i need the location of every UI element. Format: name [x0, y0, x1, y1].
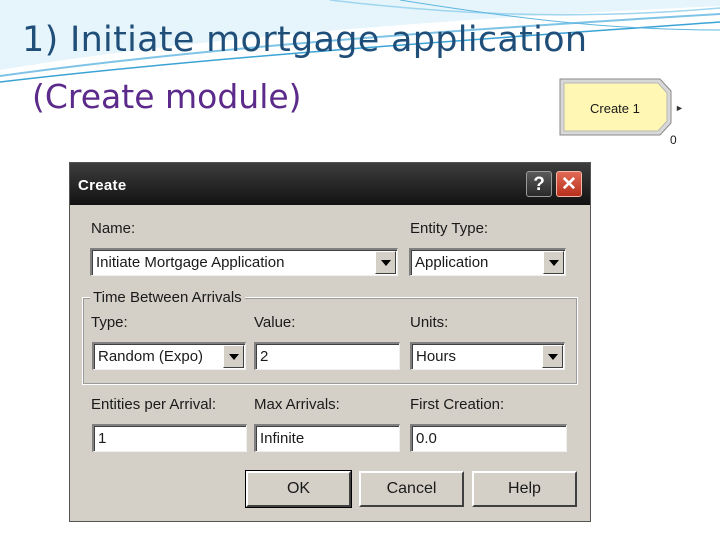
entity-type-label: Entity Type:	[410, 220, 489, 237]
close-icon[interactable]: ✕	[556, 171, 582, 197]
create-dialog: Create ? ✕ Name: Initiate Mortgage Appli…	[69, 162, 591, 522]
slide-title: 1) Initiate mortgage application	[22, 20, 588, 60]
name-combobox[interactable]: Initiate Mortgage Application	[90, 248, 398, 276]
name-dropdown-button[interactable]	[375, 251, 396, 274]
time-between-arrivals-group	[82, 297, 578, 385]
entities-per-arrival-value: 1	[98, 430, 107, 447]
entity-type-value: Application	[415, 254, 489, 271]
name-label: Name:	[91, 220, 136, 237]
type-value: Random (Expo)	[98, 348, 204, 365]
create-module-label: Create 1	[590, 101, 640, 116]
help-icon[interactable]: ?	[526, 171, 552, 197]
type-combobox[interactable]: Random (Expo)	[92, 342, 246, 370]
chevron-down-icon	[228, 353, 239, 360]
first-creation-label: First Creation:	[410, 396, 505, 413]
entity-type-combobox[interactable]: Application	[409, 248, 566, 276]
first-creation-value: 0.0	[416, 430, 437, 447]
time-between-arrivals-label: Time Between Arrivals	[90, 289, 245, 306]
units-value: Hours	[416, 348, 457, 365]
first-creation-input[interactable]: 0.0	[410, 424, 567, 452]
units-dropdown-button[interactable]	[542, 345, 563, 368]
max-arrivals-value: Infinite	[260, 430, 305, 447]
value-value: 2	[260, 348, 269, 365]
units-label: Units:	[410, 314, 449, 331]
dialog-titlebar[interactable]: Create ? ✕	[70, 163, 590, 205]
type-dropdown-button[interactable]	[223, 345, 244, 368]
entity-type-dropdown-button[interactable]	[543, 251, 564, 274]
create-module-block[interactable]: Create 1 ► 0	[557, 73, 684, 147]
max-arrivals-label: Max Arrivals:	[254, 396, 340, 413]
entities-per-arrival-input[interactable]: 1	[92, 424, 247, 452]
value-input[interactable]: 2	[254, 342, 400, 370]
chevron-down-icon	[547, 353, 558, 360]
create-module-count: 0	[670, 133, 677, 147]
entities-per-arrival-label: Entities per Arrival:	[91, 396, 217, 413]
slide-subtitle: (Create module)	[32, 77, 302, 116]
name-value: Initiate Mortgage Application	[96, 254, 285, 271]
chevron-down-icon	[380, 259, 391, 266]
ok-button[interactable]: OK	[245, 470, 352, 508]
chevron-down-icon	[548, 259, 559, 266]
help-button[interactable]: Help	[472, 471, 577, 507]
units-combobox[interactable]: Hours	[410, 342, 565, 370]
max-arrivals-input[interactable]: Infinite	[254, 424, 400, 452]
cancel-button[interactable]: Cancel	[359, 471, 464, 507]
type-label: Type:	[91, 314, 128, 331]
value-label: Value:	[254, 314, 296, 331]
dialog-title: Create	[78, 177, 127, 194]
exit-arrow-icon[interactable]: ►	[675, 103, 684, 113]
